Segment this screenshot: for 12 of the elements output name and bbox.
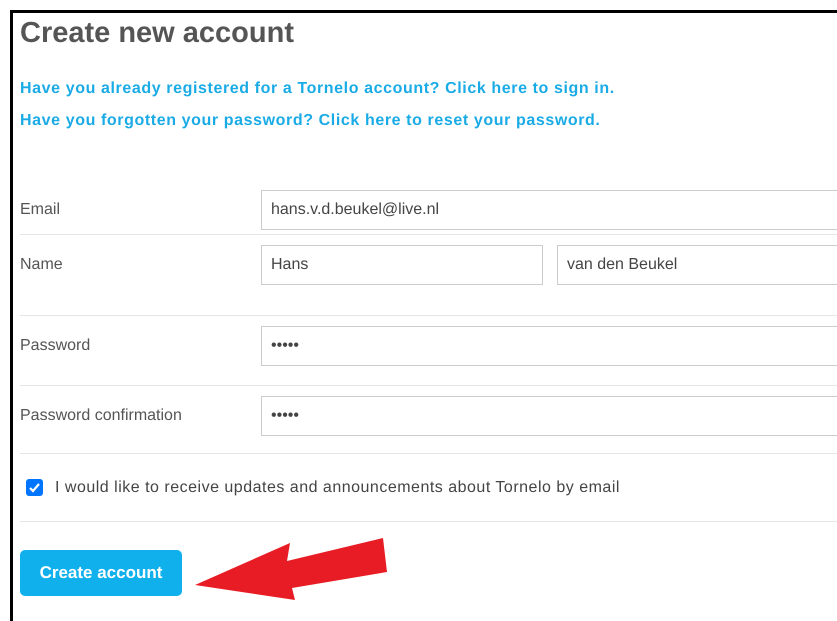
input-field[interactable]: ••••• [261,326,837,366]
input-field[interactable]: ••••• [261,396,837,436]
field-label: Password confirmation [20,406,183,426]
input-field[interactable]: Hans [261,245,543,285]
checkbox-label: I would like to receive updates and announcements about Tornelo by email [55,478,620,498]
input-field[interactable]: hans.v.d.beukel@live.nl [261,190,837,230]
field-label: Email [20,200,62,220]
field-label: Name [20,255,64,275]
page-title: Create new account [20,16,295,50]
input-field[interactable]: van den Beukel [557,245,837,285]
field-label: Password [20,336,92,356]
checkbox[interactable] [26,479,43,496]
